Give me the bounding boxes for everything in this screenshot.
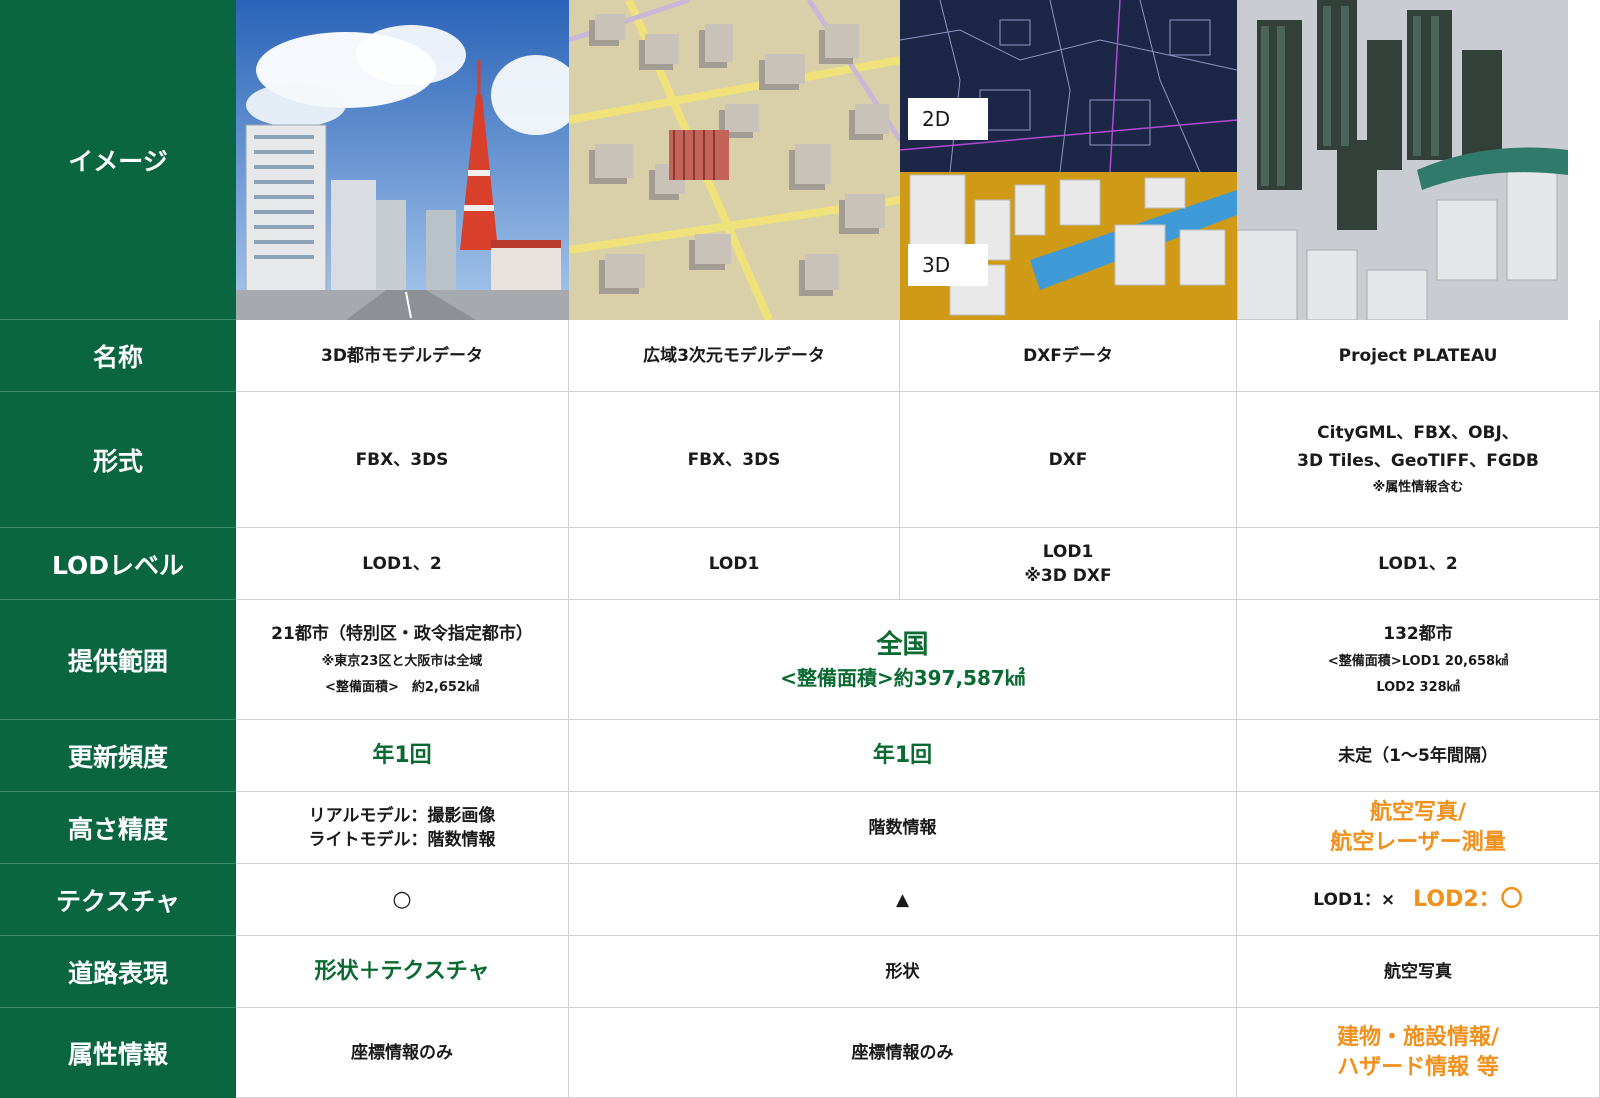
row-header-name: 名称 — [0, 320, 236, 392]
update-cell: 年1回 — [569, 720, 1237, 792]
row-header-label: 提供範囲 — [67, 646, 168, 676]
badge-2d: 2D — [908, 98, 988, 140]
row-header-label: 更新頻度 — [67, 742, 168, 772]
row-header-coverage: 提供範囲 — [0, 600, 236, 720]
image-wide-area-3d-model — [569, 0, 900, 320]
row-header-label: 道路表現 — [67, 958, 168, 988]
attributes-highlight: ハザード情報 等 — [1337, 1054, 1499, 1080]
badge-3d: 3D — [908, 244, 988, 286]
texture-cell: ○ — [236, 864, 569, 936]
format-cell: DXF — [900, 392, 1237, 528]
attributes-highlight: 建物・施設情報/ — [1336, 1024, 1500, 1050]
row-header-label: テクスチャ — [55, 886, 180, 916]
lod-note: ※3D DXF — [1024, 565, 1112, 586]
coverage-cell: 132都市 <整備面積>LOD1 20,658㎢ LOD2 328㎢ — [1237, 600, 1600, 720]
lod-text: LOD1 — [1042, 541, 1094, 562]
format-note: ※属性情報含む — [1372, 479, 1464, 495]
format-text: FBX、3DS — [355, 449, 449, 470]
texture-symbol: ▲ — [895, 889, 910, 910]
height-cell: リアルモデル：撮影画像 ライトモデル：階数情報 — [236, 792, 569, 864]
update-text: 未定（1〜5年間隔） — [1338, 745, 1498, 766]
road-text: 形状 — [885, 961, 920, 982]
lod-cell: LOD1 ※3D DXF — [900, 528, 1237, 600]
texture-cell: ▲ — [569, 864, 1237, 936]
row-header-label: 形式 — [92, 446, 143, 476]
row-header-label: 名称 — [92, 342, 143, 372]
row-header-height: 高さ精度 — [0, 792, 236, 864]
image-3d-city-model — [236, 0, 569, 320]
row-header-lod: LODレベル — [0, 528, 236, 600]
format-text: CityGML、FBX、OBJ、 — [1317, 422, 1519, 443]
name-text: Project PLATEAU — [1338, 345, 1498, 366]
texture-lod2: LOD2：〇 — [1413, 886, 1523, 912]
coverage-cell: 21都市（特別区・政令指定都市） ※東京23区と大阪市は全域 <整備面積> 約2… — [236, 600, 569, 720]
row-header-update: 更新頻度 — [0, 720, 236, 792]
coverage-text: 132都市 — [1383, 623, 1453, 644]
format-text: 3D Tiles、GeoTIFF、FGDB — [1297, 450, 1539, 471]
coverage-text: 21都市（特別区・政令指定都市） — [271, 623, 533, 644]
coverage-area: <整備面積> 約2,652㎢ — [325, 679, 479, 695]
row-header-road: 道路表現 — [0, 936, 236, 1008]
road-cell: 形状＋テクスチャ — [236, 936, 569, 1008]
name-cell: 3D都市モデルデータ — [236, 320, 569, 392]
coverage-area: <整備面積>LOD1 20,658㎢ — [1327, 653, 1509, 669]
texture-symbol: ○ — [392, 886, 412, 912]
name-text: 3D都市モデルデータ — [321, 345, 483, 366]
format-text: FBX、3DS — [687, 449, 781, 470]
texture-lod1: LOD1：× — [1313, 889, 1396, 910]
lod-cell: LOD1、2 — [1237, 528, 1600, 600]
format-text: DXF — [1048, 449, 1088, 470]
row-header-label: 属性情報 — [67, 1040, 168, 1069]
coverage-note: ※東京23区と大阪市は全域 — [321, 653, 483, 669]
road-cell: 形状 — [569, 936, 1237, 1008]
update-text: 年1回 — [372, 742, 432, 768]
height-text: リアルモデル：撮影画像 — [308, 805, 496, 826]
comparison-table: イメージ 2D 3D 名称 3D都市モデルデータ 広域3次元モデルデータ DXF… — [0, 0, 1600, 1098]
attributes-text: 座標情報のみ — [351, 1042, 453, 1063]
height-cell: 航空写真/ 航空レーザー測量 — [1237, 792, 1600, 864]
format-cell: CityGML、FBX、OBJ、 3D Tiles、GeoTIFF、FGDB ※… — [1237, 392, 1600, 528]
image-project-plateau — [1237, 0, 1568, 320]
height-text: ライトモデル：階数情報 — [308, 829, 496, 850]
road-text: 形状＋テクスチャ — [314, 958, 490, 984]
row-header-attributes: 属性情報 — [0, 1008, 236, 1098]
row-header-format: 形式 — [0, 392, 236, 528]
update-cell: 未定（1〜5年間隔） — [1237, 720, 1600, 792]
update-cell: 年1回 — [236, 720, 569, 792]
row-header-label: LODレベル — [51, 550, 185, 580]
image-dxf-data: 2D 3D — [900, 0, 1237, 320]
height-text: 階数情報 — [868, 817, 937, 838]
update-text: 年1回 — [872, 742, 933, 768]
height-highlight: 航空写真/ — [1369, 799, 1467, 825]
coverage-area: LOD2 328㎢ — [1376, 679, 1460, 695]
lod-cell: LOD1 — [569, 528, 900, 600]
coverage-area: <整備面積>約397,587㎢ — [780, 665, 1025, 690]
lod-text: LOD1、2 — [1378, 553, 1458, 574]
attributes-cell: 座標情報のみ — [569, 1008, 1237, 1098]
row-header-image: イメージ — [0, 0, 236, 320]
lod-text: LOD1 — [708, 553, 760, 574]
name-cell: 広域3次元モデルデータ — [569, 320, 900, 392]
name-text: 広域3次元モデルデータ — [643, 345, 825, 366]
format-cell: FBX、3DS — [569, 392, 900, 528]
texture-cell: LOD1：× LOD2：〇 — [1237, 864, 1600, 936]
coverage-cell: 全国 <整備面積>約397,587㎢ — [569, 600, 1237, 720]
row-header-label: イメージ — [68, 146, 168, 176]
name-text: DXFデータ — [1023, 345, 1113, 366]
coverage-nationwide: 全国 — [876, 629, 929, 660]
road-text: 航空写真 — [1384, 961, 1452, 982]
name-cell: DXFデータ — [900, 320, 1237, 392]
name-cell: Project PLATEAU — [1237, 320, 1600, 392]
row-header-label: 高さ精度 — [67, 814, 168, 844]
height-cell: 階数情報 — [569, 792, 1237, 864]
lod-text: LOD1、2 — [362, 553, 442, 574]
road-cell: 航空写真 — [1237, 936, 1600, 1008]
format-cell: FBX、3DS — [236, 392, 569, 528]
attributes-text: 座標情報のみ — [851, 1042, 954, 1063]
attributes-cell: 建物・施設情報/ ハザード情報 等 — [1237, 1008, 1600, 1098]
height-highlight: 航空レーザー測量 — [1330, 829, 1506, 855]
row-header-texture: テクスチャ — [0, 864, 236, 936]
lod-cell: LOD1、2 — [236, 528, 569, 600]
attributes-cell: 座標情報のみ — [236, 1008, 569, 1098]
